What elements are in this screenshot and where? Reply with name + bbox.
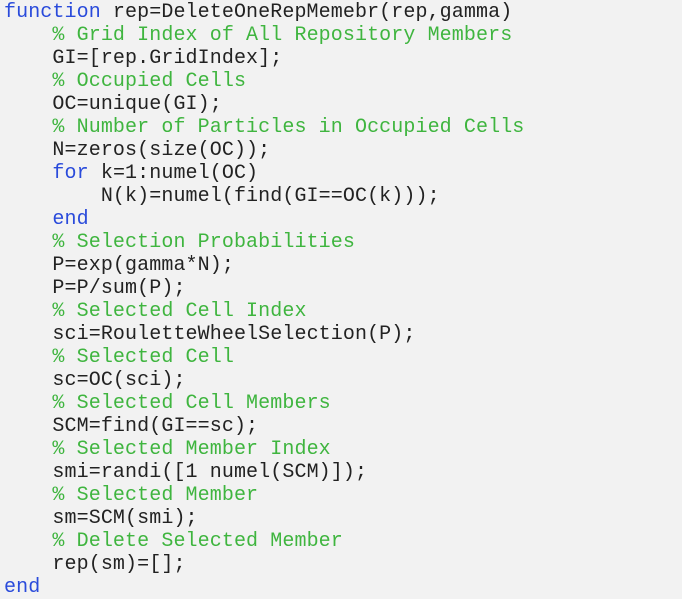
code-line: sci=RouletteWheelSelection(P); xyxy=(4,323,682,346)
comment-token: % Occupied Cells xyxy=(52,70,247,93)
code-token: rep(sm)=[]; xyxy=(52,553,186,576)
keyword-token: function xyxy=(4,1,101,24)
code-line: % Number of Particles in Occupied Cells xyxy=(4,116,682,139)
code-token: sci=RouletteWheelSelection(P); xyxy=(52,323,416,346)
code-listing: function rep=DeleteOneRepMemebr(rep,gamm… xyxy=(0,0,682,599)
code-line: for k=1:numel(OC) xyxy=(4,162,682,185)
code-line: % Selected Cell xyxy=(4,346,682,369)
code-line: sc=OC(sci); xyxy=(4,369,682,392)
comment-token: % Selection Probabilities xyxy=(52,231,355,254)
code-token: rep=DeleteOneRepMemebr(rep,gamma) xyxy=(100,1,513,24)
code-line: % Selected Cell Members xyxy=(4,392,682,415)
code-line: N(k)=numel(find(GI==OC(k))); xyxy=(4,185,682,208)
comment-token: % Grid Index of All Repository Members xyxy=(52,24,513,47)
code-line: SCM=find(GI==sc); xyxy=(4,415,682,438)
code-line: rep(sm)=[]; xyxy=(4,553,682,576)
code-token: sm=SCM(smi); xyxy=(52,507,198,530)
code-line: GI=[rep.GridIndex]; xyxy=(4,47,682,70)
code-line: sm=SCM(smi); xyxy=(4,507,682,530)
code-line: % Grid Index of All Repository Members xyxy=(4,24,682,47)
code-token: sc=OC(sci); xyxy=(52,369,186,392)
code-token: SCM=find(GI==sc); xyxy=(52,415,259,438)
comment-token: % Selected Cell Members xyxy=(52,392,331,415)
code-line: OC=unique(GI); xyxy=(4,93,682,116)
code-line: end xyxy=(4,576,682,599)
code-line: P=exp(gamma*N); xyxy=(4,254,682,277)
comment-token: % Selected Cell Index xyxy=(52,300,307,323)
code-token: smi=randi([1 numel(SCM)]); xyxy=(52,461,368,484)
code-line: smi=randi([1 numel(SCM)]); xyxy=(4,461,682,484)
comment-token: % Selected Cell xyxy=(52,346,234,369)
code-token: N(k)=numel(find(GI==OC(k))); xyxy=(100,185,440,208)
keyword-token: for xyxy=(52,162,89,185)
code-line: % Selected Member xyxy=(4,484,682,507)
code-token: P=exp(gamma*N); xyxy=(52,254,234,277)
code-line: % Selected Cell Index xyxy=(4,300,682,323)
comment-token: % Selected Member xyxy=(52,484,259,507)
code-line: P=P/sum(P); xyxy=(4,277,682,300)
code-token: P=P/sum(P); xyxy=(52,277,186,300)
code-token: GI=[rep.GridIndex]; xyxy=(52,47,283,70)
code-line: % Selected Member Index xyxy=(4,438,682,461)
code-line: % Occupied Cells xyxy=(4,70,682,93)
code-token: OC=unique(GI); xyxy=(52,93,222,116)
code-line: % Selection Probabilities xyxy=(4,231,682,254)
comment-token: % Number of Particles in Occupied Cells xyxy=(52,116,525,139)
code-line: % Delete Selected Member xyxy=(4,530,682,553)
code-token: N=zeros(size(OC)); xyxy=(52,139,271,162)
code-token: k=1:numel(OC) xyxy=(88,162,259,185)
keyword-token: end xyxy=(52,208,89,231)
code-line: end xyxy=(4,208,682,231)
code-line: function rep=DeleteOneRepMemebr(rep,gamm… xyxy=(4,1,682,24)
comment-token: % Selected Member Index xyxy=(52,438,331,461)
comment-token: % Delete Selected Member xyxy=(52,530,343,553)
keyword-token: end xyxy=(4,576,41,599)
code-line: N=zeros(size(OC)); xyxy=(4,139,682,162)
